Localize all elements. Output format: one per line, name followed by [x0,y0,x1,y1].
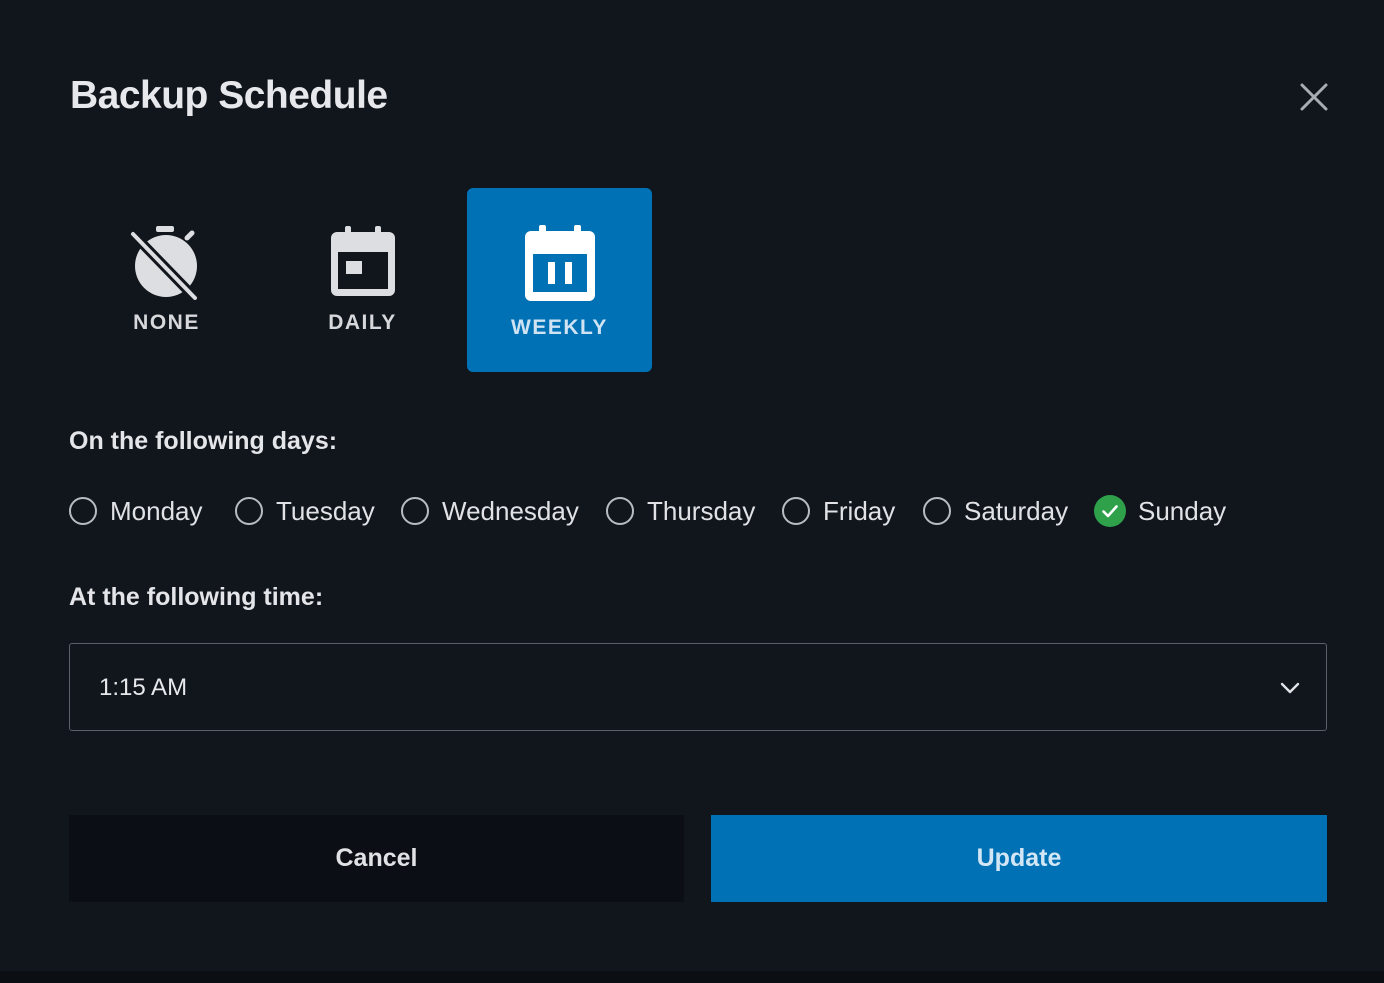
close-button[interactable] [1294,77,1334,117]
close-icon [1300,83,1328,111]
day-label-monday: Monday [110,495,203,526]
calendar-week-icon [525,225,595,301]
radio-tuesday[interactable] [235,497,263,525]
update-button[interactable]: Update [711,815,1327,902]
day-label-wednesday: Wednesday [442,495,579,526]
frequency-label-none: NONE [133,311,200,334]
day-label-sunday: Sunday [1138,495,1227,526]
radio-friday[interactable] [782,497,810,525]
frequency-option-weekly[interactable]: WEEKLY [467,188,652,372]
day-option-friday[interactable]: Friday [782,494,895,528]
frequency-label-weekly: WEEKLY [511,316,608,339]
radio-saturday[interactable] [923,497,951,525]
day-option-saturday[interactable]: Saturday [923,494,1068,528]
day-option-monday[interactable]: Monday [69,494,203,528]
day-label-tuesday: Tuesday [276,495,375,526]
day-option-thursday[interactable]: Thursday [606,494,755,528]
time-select[interactable]: 1:15 AM [69,643,1327,731]
radio-wednesday[interactable] [401,497,429,525]
day-label-friday: Friday [823,495,896,526]
backup-schedule-dialog: Backup Schedule NONE DAILY WEEKLY On the… [0,0,1384,971]
day-label-saturday: Saturday [964,495,1069,526]
calendar-day-icon [331,226,395,296]
dialog-title: Backup Schedule [70,74,388,117]
time-section-label: At the following time: [69,583,324,611]
chevron-down-icon [1280,682,1300,694]
stopwatch-off-icon [129,226,201,304]
frequency-label-daily: DAILY [328,311,397,334]
time-select-value: 1:15 AM [99,674,188,701]
radio-sunday[interactable] [1094,495,1126,527]
cancel-button[interactable]: Cancel [69,815,684,902]
radio-monday[interactable] [69,497,97,525]
day-option-tuesday[interactable]: Tuesday [235,494,375,528]
radio-thursday[interactable] [606,497,634,525]
day-option-sunday[interactable]: Sunday [1094,494,1226,528]
day-label-thursday: Thursday [647,495,756,526]
days-section-label: On the following days: [69,427,338,455]
frequency-option-none[interactable]: NONE [74,188,259,372]
check-icon [1102,505,1118,518]
day-option-wednesday[interactable]: Wednesday [401,494,579,528]
frequency-option-daily[interactable]: DAILY [270,188,455,372]
